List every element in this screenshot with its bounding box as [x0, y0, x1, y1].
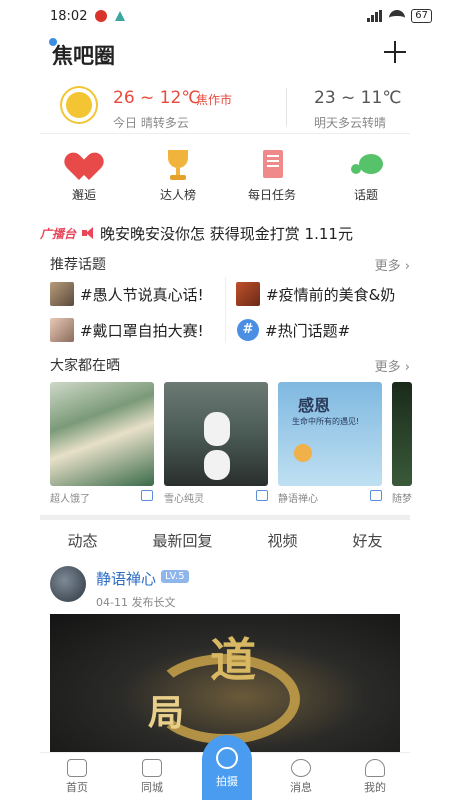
quick-action-encounter[interactable]: 邂逅 — [46, 148, 122, 212]
topic-text: #愚人节说真心话! — [80, 285, 204, 304]
like-icon[interactable] — [256, 490, 268, 501]
level-badge: LV.5 — [161, 570, 189, 583]
city-name: 焦作市 — [196, 93, 233, 107]
sharing-header: 大家都在晒 更多 › — [50, 355, 410, 375]
trophy-icon — [161, 148, 195, 182]
photo-author: 随梦 — [392, 494, 412, 505]
weather-divider — [286, 88, 287, 126]
recommended-topics: #愚人节说真心话! #疫情前的美食&奶 #戴口罩自拍大赛! # #热门话题# — [40, 277, 410, 343]
weather-card[interactable]: 26 ~ 12℃ 焦作市 今日 晴转多云 23 ~ 11℃ 明天多云转晴 — [40, 78, 410, 134]
topic-item[interactable]: #戴口罩自拍大赛! — [50, 315, 204, 345]
section-title: 推荐话题 — [50, 257, 106, 273]
quick-action-daily-tasks[interactable]: 每日任务 — [234, 148, 310, 212]
quick-action-label: 邂逅 — [71, 188, 96, 202]
hashtag-icon: # — [237, 319, 259, 341]
wifi-icon — [389, 10, 406, 22]
topic-thumbnail — [50, 282, 74, 306]
topic-item[interactable]: #疫情前的美食&奶 — [236, 279, 395, 309]
tomorrow-temperature: 23 ~ 11℃ — [314, 88, 402, 108]
sharing-strip: 超人饿了 雪心纯灵 感恩 生命中所有的遇见! 静语禅心 随梦 — [50, 382, 412, 507]
topic-thumbnail — [50, 318, 74, 342]
nav-capture-button[interactable]: 拍摄 — [202, 735, 252, 800]
feed-tabs: 动态 最新回复 视频 好友 — [40, 526, 410, 556]
topic-divider — [225, 277, 226, 343]
broadcast-text: 晚安晚安没你怎 获得现金打赏 1.11元 — [100, 224, 353, 243]
bottom-nav: 首页 同城 拍摄 消息 我的 — [40, 735, 410, 800]
tab-dynamic[interactable]: 动态 — [57, 526, 107, 556]
quick-actions: 邂逅 达人榜 每日任务 话题 — [40, 148, 410, 212]
nav-nearby[interactable]: 同城 — [127, 759, 177, 795]
notification-app-icon — [95, 10, 108, 22]
topic-text: #戴口罩自拍大赛! — [80, 321, 204, 340]
signal-icon — [367, 10, 383, 22]
more-sharing-link[interactable]: 更多 › — [375, 356, 410, 375]
quick-action-leaderboard[interactable]: 达人榜 — [140, 148, 216, 212]
broadcast-bar[interactable]: 广播台 晚安晚安没你怎 获得现金打赏 1.11元 — [40, 221, 410, 245]
quick-action-topics[interactable]: 话题 — [328, 148, 404, 212]
sun-icon — [66, 92, 92, 118]
more-topics-link[interactable]: 更多 › — [375, 255, 410, 274]
post-meta: 04-11 发布长文 — [96, 596, 176, 609]
shared-photo[interactable]: 感恩 生命中所有的遇见! — [278, 382, 382, 486]
like-icon[interactable] — [370, 490, 382, 501]
quick-action-label: 话题 — [353, 188, 378, 202]
topic-thumbnail — [236, 282, 260, 306]
avatar[interactable] — [50, 566, 86, 602]
hearts-icon — [67, 148, 101, 182]
profile-icon — [365, 759, 385, 777]
topic-text: #疫情前的美食&奶 — [266, 285, 396, 304]
topic-text: #热门话题# — [265, 321, 351, 340]
page-title: 焦吧圈 — [52, 44, 115, 68]
like-icon[interactable] — [141, 490, 153, 501]
status-bar: 18:02 67 — [0, 0, 450, 32]
nav-label: 首页 — [66, 781, 88, 794]
tab-videos[interactable]: 视频 — [257, 526, 307, 556]
photo-caption-sub: 生命中所有的遇见! — [292, 417, 360, 426]
quick-action-label: 达人榜 — [159, 188, 196, 202]
nav-messages[interactable]: 消息 — [276, 759, 326, 795]
nav-label: 我的 — [364, 781, 386, 794]
shared-photo[interactable] — [50, 382, 154, 486]
shared-photo[interactable] — [392, 382, 412, 486]
broadcast-tag: 广播台 — [40, 226, 77, 241]
tomorrow-weather-desc: 明天多云转晴 — [314, 116, 387, 130]
speaker-icon — [82, 227, 94, 239]
add-post-button[interactable] — [382, 39, 408, 65]
image-calligraphy: 道 — [210, 633, 256, 687]
nav-home[interactable]: 首页 — [52, 759, 102, 795]
message-icon — [291, 759, 311, 777]
task-book-icon — [255, 148, 289, 182]
tab-friends[interactable]: 好友 — [342, 526, 392, 556]
cup-icon — [142, 759, 162, 777]
today-temperature: 26 ~ 12℃ — [113, 88, 201, 108]
section-title: 大家都在晒 — [50, 358, 120, 374]
notification-triangle-icon — [115, 11, 126, 21]
topic-item[interactable]: # #热门话题# — [237, 315, 350, 345]
home-icon — [67, 759, 87, 777]
shared-photo[interactable] — [164, 382, 268, 486]
post-username[interactable]: 静语禅心 — [96, 568, 156, 589]
photo-caption-title: 感恩 — [298, 396, 331, 415]
photo-author: 雪心纯灵 — [164, 494, 204, 505]
section-divider — [40, 515, 410, 520]
top-header: 焦吧圈 — [0, 36, 450, 76]
image-calligraphy: 局 — [148, 693, 185, 734]
photo-author: 静语禅心 — [278, 494, 318, 505]
today-weather-desc: 今日 晴转多云 — [113, 116, 189, 130]
nav-label: 消息 — [290, 781, 312, 794]
photo-author: 超人饿了 — [50, 494, 90, 505]
nav-profile[interactable]: 我的 — [350, 759, 400, 795]
nav-label: 拍摄 — [216, 775, 238, 788]
camera-icon — [216, 747, 238, 769]
nav-label: 同城 — [141, 781, 163, 794]
chat-bubble-icon — [349, 148, 383, 182]
status-time: 18:02 — [50, 8, 88, 24]
topic-item[interactable]: #愚人节说真心话! — [50, 279, 204, 309]
recommended-topics-header: 推荐话题 更多 › — [50, 254, 410, 274]
battery-icon: 67 — [411, 9, 432, 23]
tab-latest-replies[interactable]: 最新回复 — [142, 526, 222, 556]
quick-action-label: 每日任务 — [247, 188, 296, 202]
